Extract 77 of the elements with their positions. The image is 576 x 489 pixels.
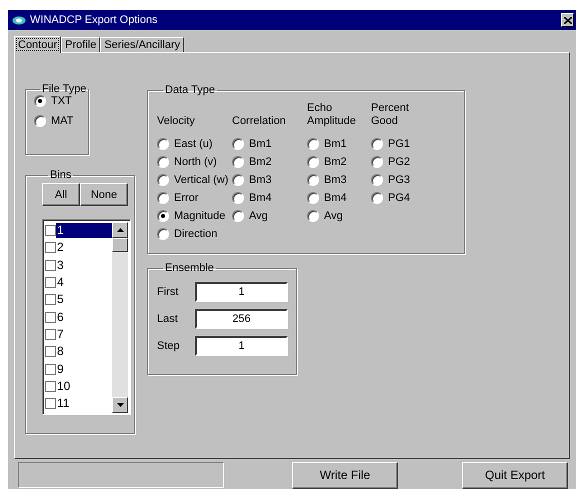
list-item[interactable]: 9 [56, 362, 112, 377]
radio-label: PG4 [388, 192, 410, 204]
radio-label: Avg [249, 210, 268, 222]
radio-label: Error [174, 192, 198, 204]
radio-option[interactable]: PG2 [371, 155, 441, 168]
tab[interactable]: Contour [14, 36, 62, 53]
select-button[interactable]: None [80, 183, 128, 206]
radio-option[interactable]: East (u) [157, 137, 232, 150]
radio-label: MAT [51, 115, 74, 127]
radio-label: Bm4 [249, 192, 272, 204]
input-field[interactable]: 1 [195, 282, 288, 302]
list-item[interactable]: 3 [56, 258, 112, 273]
radio-label: Avg [324, 210, 343, 222]
radio-label: Bm3 [324, 174, 347, 186]
radio-option[interactable]: Avg [307, 209, 371, 222]
group-title: Data Type [164, 84, 216, 96]
list-item[interactable]: 7 [56, 326, 112, 342]
list-item[interactable]: 11 [56, 396, 112, 412]
column-heading: Correlation [232, 115, 286, 128]
column-heading: Echo Amplitude [307, 102, 357, 128]
radio-option[interactable]: PG3 [371, 173, 441, 186]
radio-option[interactable]: MAT [34, 115, 88, 127]
radio-option[interactable]: PG4 [371, 191, 441, 204]
list-item[interactable]: 8 [56, 344, 112, 360]
radio-option[interactable]: Bm4 [232, 191, 307, 204]
radio-option[interactable]: Bm2 [232, 155, 307, 168]
radio-option[interactable]: Bm3 [307, 173, 371, 186]
radio-label: PG1 [388, 138, 410, 150]
list-item[interactable]: 5 [56, 292, 112, 308]
tab[interactable]: Profile [61, 37, 100, 52]
radio-option[interactable]: Bm1 [307, 137, 371, 150]
radio-label: Direction [174, 228, 218, 240]
tab[interactable]: Series/Ancillary [100, 37, 184, 52]
list-item[interactable]: 10 [56, 378, 112, 394]
select-button[interactable]: All [42, 183, 80, 206]
input-field[interactable]: 256 [195, 309, 288, 329]
column-heading: Velocity [157, 115, 195, 128]
radio-label: Bm3 [249, 174, 272, 186]
column-heading: Percent Good [371, 102, 410, 128]
radio-option[interactable]: Bm1 [232, 137, 307, 150]
list-item[interactable]: 1 [56, 223, 112, 238]
radio-label: PG3 [388, 174, 410, 186]
radio-label: Bm2 [324, 156, 347, 168]
radio-label: TXT [51, 95, 72, 107]
radio-label: Bm4 [324, 192, 347, 204]
radio-option[interactable]: Vertical (w) [157, 173, 232, 186]
field-label: First [157, 286, 180, 298]
window-title: WINADCP Export Options [30, 14, 159, 26]
radio-option[interactable]: Magnitude [157, 209, 232, 222]
group-title: Ensemble [164, 262, 215, 274]
action-button[interactable]: Quit Export [462, 462, 568, 488]
radio-label: Magnitude [174, 210, 226, 222]
radio-option[interactable]: PG1 [371, 137, 441, 150]
input-field[interactable]: 1 [195, 336, 288, 356]
radio-option[interactable]: Error [157, 191, 232, 204]
radio-option[interactable]: Bm4 [307, 191, 371, 204]
radio-label: North (v) [174, 156, 217, 168]
radio-label: Bm1 [324, 138, 347, 150]
radio-option[interactable]: Avg [232, 209, 307, 222]
field-label: Last [157, 313, 179, 325]
field-label: Step [157, 340, 181, 352]
radio-label: Vertical (w) [174, 174, 228, 186]
radio-option[interactable]: Bm3 [232, 173, 307, 186]
group-title: File Type [41, 83, 88, 95]
radio-label: East (u) [174, 138, 213, 150]
radio-label: PG2 [388, 156, 410, 168]
radio-option[interactable]: North (v) [157, 155, 232, 168]
list-item[interactable]: 2 [56, 240, 112, 256]
group-title: Bins [49, 169, 72, 181]
list-item[interactable]: 4 [56, 275, 112, 290]
list-item[interactable]: 6 [56, 310, 112, 325]
radio-option[interactable]: Bm2 [307, 155, 371, 168]
action-button[interactable]: Write File [292, 462, 398, 488]
radio-label: Bm2 [249, 156, 272, 168]
radio-label: Bm1 [249, 138, 272, 150]
radio-option[interactable]: Direction [157, 227, 232, 240]
radio-option[interactable]: TXT [34, 95, 88, 107]
